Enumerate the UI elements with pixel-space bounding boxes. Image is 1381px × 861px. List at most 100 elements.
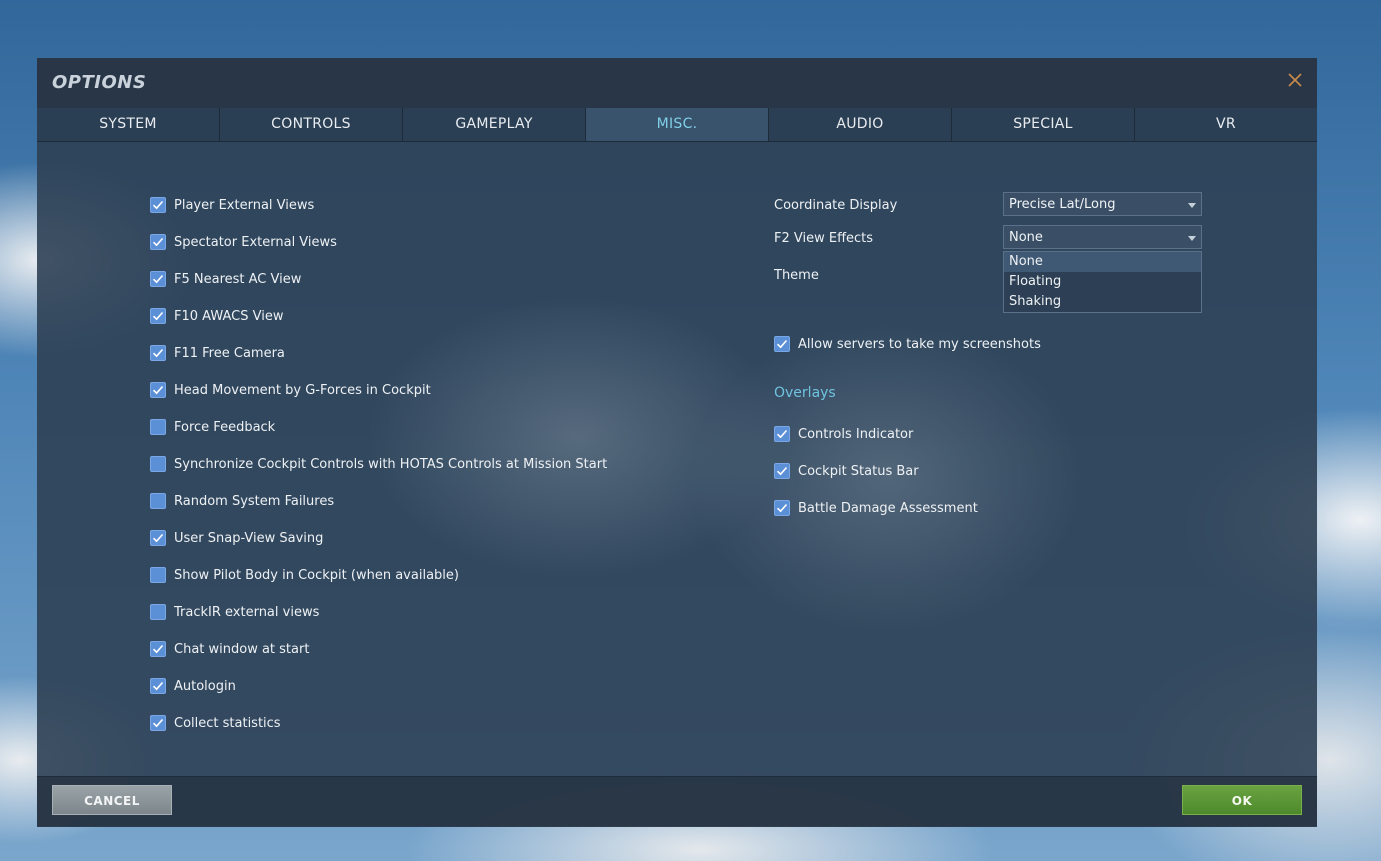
tab-audio[interactable]: AUDIO [769,108,952,141]
checkmark-icon [776,339,788,349]
option-checkbox-row[interactable]: TrackIR external views [150,602,319,622]
checkmark-icon [776,466,788,476]
checkmark-icon [776,429,788,439]
tab-misc[interactable]: MISC. [586,108,769,141]
chevron-down-icon [1188,203,1196,208]
option-label: Spectator External Views [174,234,337,250]
option-checkbox-row[interactable]: Collect statistics [150,713,281,733]
option-checkbox-row[interactable]: F10 AWACS View [150,306,283,326]
checkmark-icon [152,274,164,284]
option-checkbox-row[interactable]: Show Pilot Body in Cockpit (when availab… [150,565,459,585]
checkbox[interactable] [774,500,790,516]
overlays-section-title: Overlays [774,385,836,401]
checkbox[interactable] [150,530,166,546]
f2-view-effects-value: None [1009,230,1043,245]
checkmark-icon [152,681,164,691]
checkmark-icon [776,503,788,513]
checkmark-icon [152,644,164,654]
cancel-button[interactable]: CANCEL [52,785,172,815]
option-label: F11 Free Camera [174,345,285,361]
overlay-controls-indicator[interactable]: Controls Indicator [774,424,913,444]
checkbox[interactable] [150,382,166,398]
allow-screenshots-checkbox[interactable]: Allow servers to take my screenshots [774,334,1041,354]
checkbox[interactable] [150,456,166,472]
option-label: User Snap-View Saving [174,530,324,546]
option-label: TrackIR external views [174,604,320,620]
overlay-label: Controls Indicator [798,426,914,442]
tab-vr[interactable]: VR [1135,108,1317,141]
checkbox[interactable] [150,493,166,509]
checkbox[interactable] [774,463,790,479]
checkbox[interactable] [150,604,166,620]
dropdown-option-shaking[interactable]: Shaking [1004,292,1201,312]
checkbox[interactable] [150,234,166,250]
checkbox[interactable] [150,271,166,287]
ok-button[interactable]: OK [1182,785,1302,815]
coordinate-display-label: Coordinate Display [774,198,898,213]
option-label: Synchronize Cockpit Controls with HOTAS … [174,456,608,472]
option-label: F5 Nearest AC View [174,271,302,287]
option-checkbox-row[interactable]: Random System Failures [150,491,334,511]
option-label: Collect statistics [174,715,281,731]
option-label: Player External Views [174,197,315,213]
option-checkbox-row[interactable]: User Snap-View Saving [150,528,323,548]
checkbox[interactable] [150,715,166,731]
tab-bar: SYSTEM CONTROLS GAMEPLAY MISC. AUDIO SPE… [37,108,1317,142]
checkmark-icon [152,200,164,210]
checkbox[interactable] [774,426,790,442]
dropdown-option-none[interactable]: None [1004,252,1201,272]
checkmark-icon [152,237,164,247]
checkbox[interactable] [150,678,166,694]
checkbox[interactable] [150,641,166,657]
option-label: Head Movement by G-Forces in Cockpit [174,382,431,398]
overlay-label: Cockpit Status Bar [798,463,919,479]
checkmark-icon [152,718,164,728]
options-dialog: OPTIONS SYSTEM CONTROLS GAMEPLAY MISC. A… [37,58,1317,827]
option-checkbox-row[interactable]: Force Feedback [150,417,275,437]
dialog-title: OPTIONS [52,72,147,93]
option-label: Force Feedback [174,419,276,435]
tab-special[interactable]: SPECIAL [952,108,1135,141]
footer-bar: CANCEL OK [37,776,1317,827]
theme-label: Theme [774,268,819,283]
dropdown-option-floating[interactable]: Floating [1004,272,1201,292]
checkbox[interactable] [150,567,166,583]
overlay-battle-damage-assessment[interactable]: Battle Damage Assessment [774,498,978,518]
option-label: Random System Failures [174,493,335,509]
title-bar: OPTIONS [37,58,1317,108]
f2-view-effects-dropdown: None Floating Shaking [1003,251,1202,313]
allow-screenshots-label: Allow servers to take my screenshots [798,336,1041,352]
option-checkbox-row[interactable]: F5 Nearest AC View [150,269,301,289]
checkbox[interactable] [150,197,166,213]
tab-gameplay[interactable]: GAMEPLAY [403,108,586,141]
chevron-down-icon [1188,236,1196,241]
f2-view-effects-label: F2 View Effects [774,231,874,246]
overlay-cockpit-status-bar[interactable]: Cockpit Status Bar [774,461,919,481]
option-checkbox-row[interactable]: Spectator External Views [150,232,337,252]
option-label: Chat window at start [174,641,310,657]
option-checkbox-row[interactable]: Head Movement by G-Forces in Cockpit [150,380,431,400]
option-checkbox-row[interactable]: Chat window at start [150,639,309,659]
option-label: F10 AWACS View [174,308,284,324]
option-checkbox-row[interactable]: F11 Free Camera [150,343,285,363]
checkmark-icon [152,385,164,395]
close-icon[interactable] [1287,72,1303,88]
option-label: Show Pilot Body in Cockpit (when availab… [174,567,459,583]
checkbox[interactable] [150,419,166,435]
checkmark-icon [152,533,164,543]
option-checkbox-row[interactable]: Player External Views [150,195,314,215]
overlay-label: Battle Damage Assessment [798,500,978,516]
checkbox[interactable] [150,308,166,324]
option-checkbox-row[interactable]: Synchronize Cockpit Controls with HOTAS … [150,454,607,474]
option-checkbox-row[interactable]: Autologin [150,676,236,696]
tab-system[interactable]: SYSTEM [37,108,220,141]
f2-view-effects-select[interactable]: None [1003,225,1202,249]
option-label: Autologin [174,678,236,694]
checkmark-icon [152,348,164,358]
checkbox[interactable] [150,345,166,361]
checkbox[interactable] [774,336,790,352]
checkmark-icon [152,311,164,321]
coordinate-display-value: Precise Lat/Long [1009,197,1116,212]
tab-controls[interactable]: CONTROLS [220,108,403,141]
coordinate-display-select[interactable]: Precise Lat/Long [1003,192,1202,216]
